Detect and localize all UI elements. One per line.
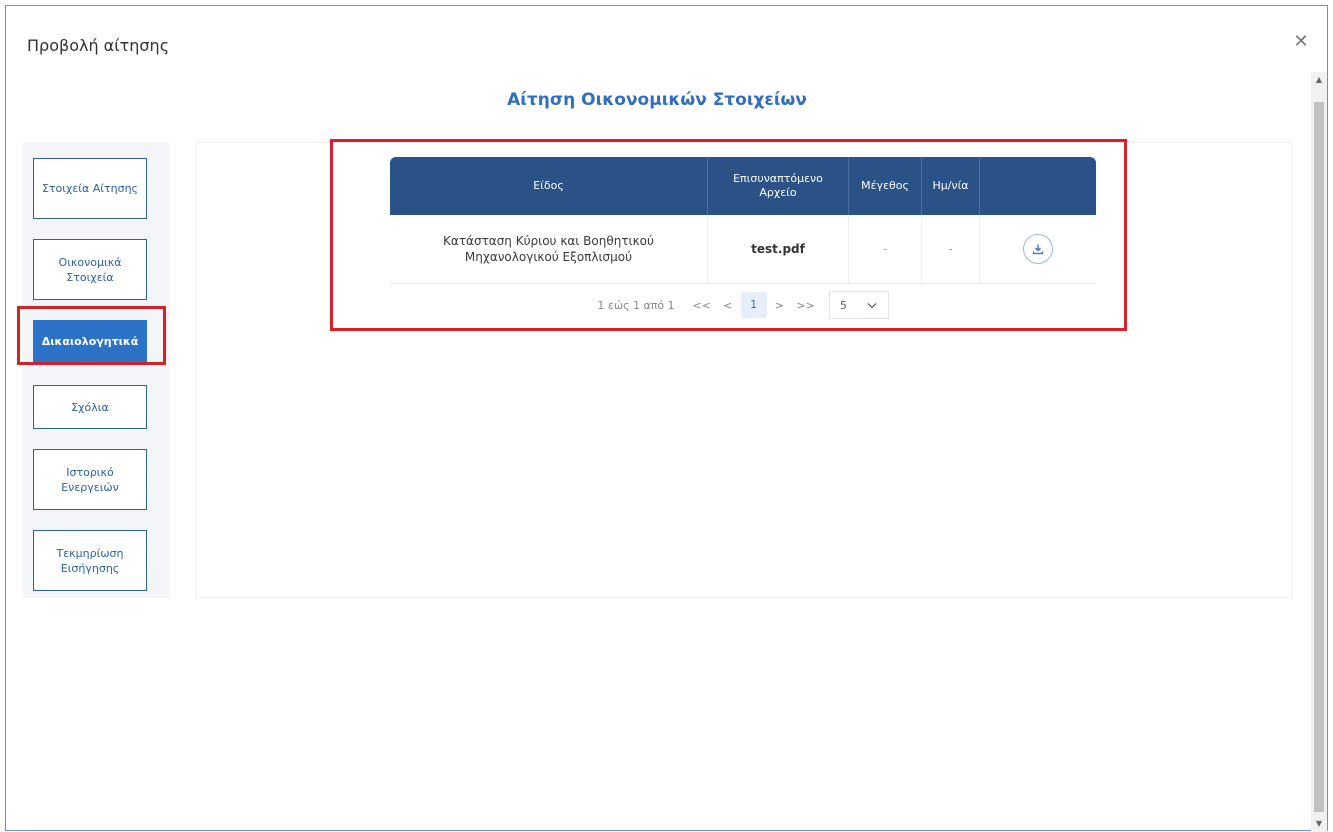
scroll-thumb[interactable]: [1314, 102, 1324, 812]
sidebar-item-recommendation-justification[interactable]: Τεκμηρίωση Εισήγησης: [33, 530, 147, 591]
sidebar-item-financial-details[interactable]: Οικονομικά Στοιχεία: [33, 239, 147, 300]
highlight-box-table: [330, 139, 1127, 331]
sidebar-item-comments[interactable]: Σχόλια: [33, 385, 147, 429]
highlight-box-documents-tab: [17, 306, 166, 365]
modal-title: Προβολή αίτησης: [27, 36, 170, 55]
scroll-down-arrow-icon[interactable]: ▼: [1311, 816, 1327, 832]
sidebar: Στοιχεία Αίτησης Οικονομικά Στοιχεία Δικ…: [23, 142, 169, 598]
close-icon[interactable]: ✕: [1290, 30, 1312, 54]
page-heading: Αίτηση Οικονομικών Στοιχείων: [507, 90, 807, 110]
vertical-scrollbar[interactable]: ▲ ▼: [1311, 72, 1327, 832]
sidebar-item-application-details[interactable]: Στοιχεία Αίτησης: [33, 158, 147, 219]
scroll-up-arrow-icon[interactable]: ▲: [1311, 72, 1327, 88]
sidebar-item-action-history[interactable]: Ιστορικό Ενεργειών: [33, 449, 147, 510]
